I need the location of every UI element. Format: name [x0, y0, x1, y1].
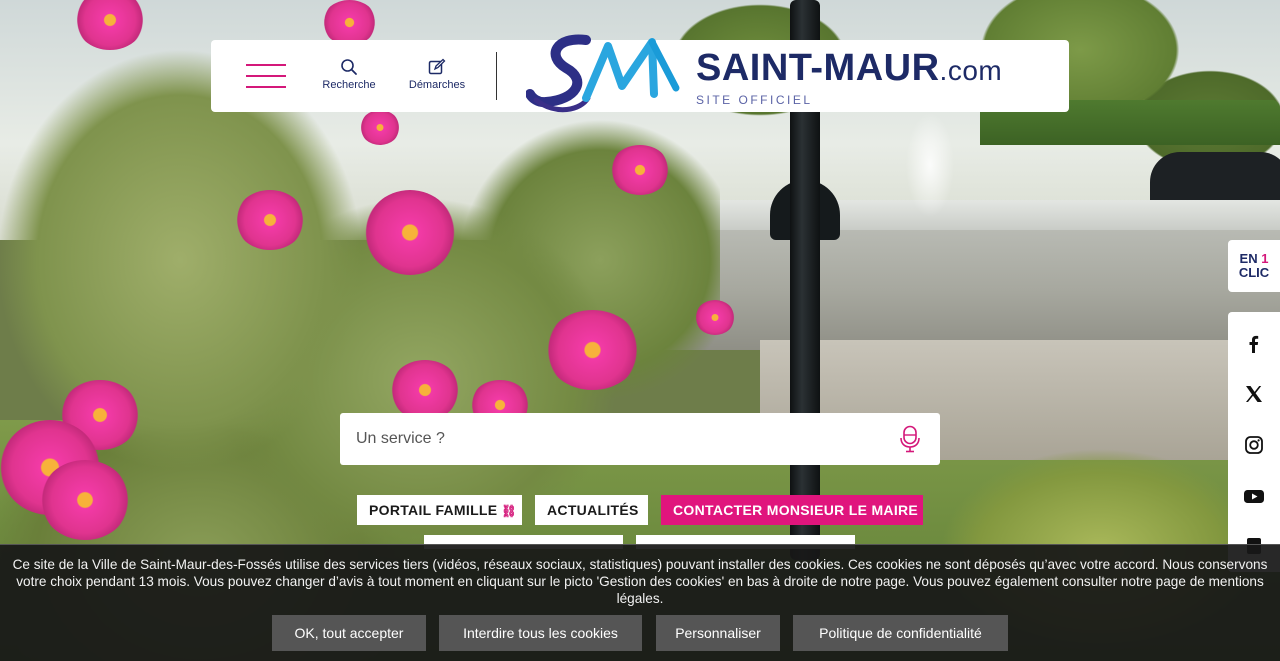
actualites-link[interactable]: ACTUALITÉS	[535, 495, 648, 525]
flower	[360, 110, 400, 145]
flower	[322, 0, 377, 45]
x-twitter-icon	[1246, 386, 1262, 402]
cookie-banner: Ce site de la Ville de Saint-Maur-des-Fo…	[0, 544, 1280, 661]
menu-button[interactable]	[246, 62, 286, 90]
flower	[610, 145, 670, 195]
x-twitter-link[interactable]	[1228, 374, 1280, 414]
portail-famille-label: PORTAIL FAMILLE	[369, 502, 498, 518]
customize-cookies-button[interactable]: Personnaliser	[656, 615, 780, 651]
logo-suffix: .com	[939, 55, 1003, 86]
search-icon	[341, 59, 357, 75]
flower	[235, 190, 305, 250]
accept-all-cookies-button[interactable]: OK, tout accepter	[272, 615, 426, 651]
privacy-policy-button[interactable]: Politique de confidentialité	[793, 615, 1008, 651]
search-button-label: Recherche	[322, 79, 376, 91]
one-label: 1	[1261, 251, 1269, 266]
youtube-link[interactable]	[1228, 476, 1280, 516]
instagram-link[interactable]	[1228, 425, 1280, 465]
site-logo[interactable]: SAINT-MAUR.com SITE OFFICIEL	[526, 28, 1046, 124]
sm-monogram-logo	[526, 34, 680, 113]
contact-mayor-label: CONTACTER MONSIEUR LE MAIRE	[673, 502, 919, 518]
service-search	[340, 413, 940, 465]
menu-bar	[246, 64, 286, 66]
logo-main-text: SAINT-MAUR.com	[696, 48, 1002, 91]
logo-wordmark: SAINT-MAUR.com SITE OFFICIEL	[696, 48, 1002, 107]
logo-subtitle: SITE OFFICIEL	[696, 93, 813, 107]
actualites-label: ACTUALITÉS	[547, 502, 639, 518]
contact-mayor-link[interactable]: CONTACTER MONSIEUR LE MAIRE	[661, 495, 923, 525]
demarches-button-label: Démarches	[408, 79, 466, 91]
menu-bar	[246, 75, 286, 77]
deny-all-cookies-button[interactable]: Interdire tous les cookies	[439, 615, 642, 651]
portail-famille-link[interactable]: PORTAIL FAMILLE ⛓	[357, 495, 522, 525]
edit-form-icon	[428, 58, 446, 75]
en-1-clic-line1: EN 1	[1228, 252, 1280, 266]
search-button[interactable]: Recherche	[319, 58, 379, 91]
logo-name: SAINT-MAUR	[696, 47, 940, 89]
instagram-icon	[1245, 436, 1263, 454]
microphone-icon[interactable]	[898, 425, 922, 453]
facebook-link[interactable]	[1228, 324, 1280, 364]
cookie-notice-text: Ce site de la Ville de Saint-Maur-des-Fo…	[12, 557, 1268, 606]
facebook-icon	[1249, 335, 1259, 353]
flower	[545, 310, 640, 390]
flower	[695, 300, 735, 335]
site-header: Recherche Démarches SAINT-MAUR.com SITE …	[211, 34, 1069, 113]
service-search-input[interactable]	[340, 413, 880, 465]
menu-bar	[246, 86, 286, 88]
flower	[40, 460, 130, 540]
flower	[390, 360, 460, 420]
social-bar	[1228, 312, 1280, 572]
external-link-icon: ⛓	[501, 504, 517, 518]
flower	[365, 190, 455, 275]
header-divider	[496, 52, 497, 100]
youtube-icon	[1244, 490, 1264, 503]
en-1-clic-button[interactable]: EN 1 CLIC	[1228, 240, 1280, 292]
clic-label: CLIC	[1238, 265, 1270, 280]
en-label: EN	[1239, 251, 1258, 266]
demarches-button[interactable]: Démarches	[403, 58, 471, 91]
